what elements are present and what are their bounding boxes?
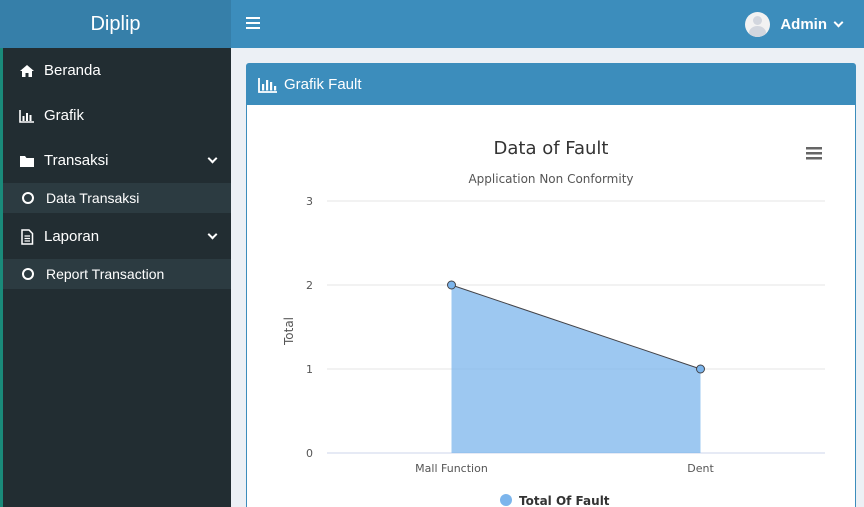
- data-point[interactable]: [447, 280, 456, 290]
- sidebar-item-label: Laporan: [44, 228, 100, 245]
- x-tick-label: Dent: [687, 462, 714, 475]
- legend-item: Total Of Fault: [519, 494, 610, 507]
- area-fill: [451, 285, 701, 453]
- y-axis-label: Total: [282, 317, 296, 346]
- circle-icon: [22, 192, 34, 204]
- top-navbar: Admin: [231, 0, 864, 48]
- sidebar-subitem-label: Data Transaksi: [46, 190, 140, 206]
- chart-box: Grafik Fault Data of Fault Application N…: [246, 63, 856, 507]
- sidebar-subitem-label: Report Transaction: [46, 266, 165, 282]
- circle-icon: [22, 268, 34, 280]
- sidebar-item-beranda[interactable]: Beranda: [3, 48, 231, 93]
- folder-icon: [19, 153, 35, 169]
- chevron-down-icon: [207, 229, 218, 240]
- chevron-down-icon: [207, 153, 218, 164]
- fault-chart: Data of Fault Application Non Conformity…: [282, 138, 825, 507]
- chart-series: [447, 280, 705, 453]
- sidebar-subitem-data-transaksi[interactable]: Data Transaksi: [3, 183, 231, 213]
- sidebar-item-label: Grafik: [44, 107, 85, 124]
- chart-menu-icon[interactable]: [804, 145, 822, 161]
- y-tick-label: 3: [306, 195, 313, 208]
- box-title: Grafik Fault: [284, 76, 362, 93]
- chart-legend[interactable]: Total Of Fault: [500, 494, 610, 507]
- avatar: [745, 11, 771, 37]
- chart-subtitle: Application Non Conformity: [468, 172, 633, 186]
- bar-chart-icon: [258, 77, 278, 93]
- data-point[interactable]: [696, 364, 705, 374]
- x-tick-label: Mall Function: [415, 462, 488, 475]
- chart-title: Data of Fault: [494, 138, 609, 159]
- user-menu[interactable]: Admin: [745, 10, 844, 38]
- y-axis-ticks: 0 1 2 3: [306, 195, 313, 460]
- bar-chart-icon: [19, 108, 35, 124]
- y-tick-label: 0: [306, 447, 313, 460]
- legend-marker: [500, 494, 512, 506]
- sidebar: Beranda Grafik Transaksi Data Transaksi …: [0, 48, 231, 507]
- sidebar-toggle-icon[interactable]: [246, 17, 260, 29]
- x-axis-ticks: Mall Function Dent: [415, 462, 714, 475]
- sidebar-subitem-report-transaction[interactable]: Report Transaction: [3, 259, 231, 289]
- box-header: Grafik Fault: [247, 64, 855, 105]
- chevron-down-icon: [833, 17, 844, 27]
- y-tick-label: 2: [306, 279, 313, 292]
- sidebar-item-label: Transaksi: [44, 152, 109, 169]
- sidebar-item-laporan[interactable]: Laporan: [3, 214, 231, 259]
- app-logo[interactable]: Diplip: [0, 0, 231, 48]
- sidebar-item-grafik[interactable]: Grafik: [3, 93, 231, 138]
- sidebar-item-transaksi[interactable]: Transaksi: [3, 138, 231, 183]
- home-icon: [19, 63, 35, 79]
- y-tick-label: 1: [306, 363, 313, 376]
- file-icon: [19, 228, 35, 245]
- sidebar-item-label: Beranda: [44, 62, 101, 79]
- user-name: Admin: [780, 15, 827, 33]
